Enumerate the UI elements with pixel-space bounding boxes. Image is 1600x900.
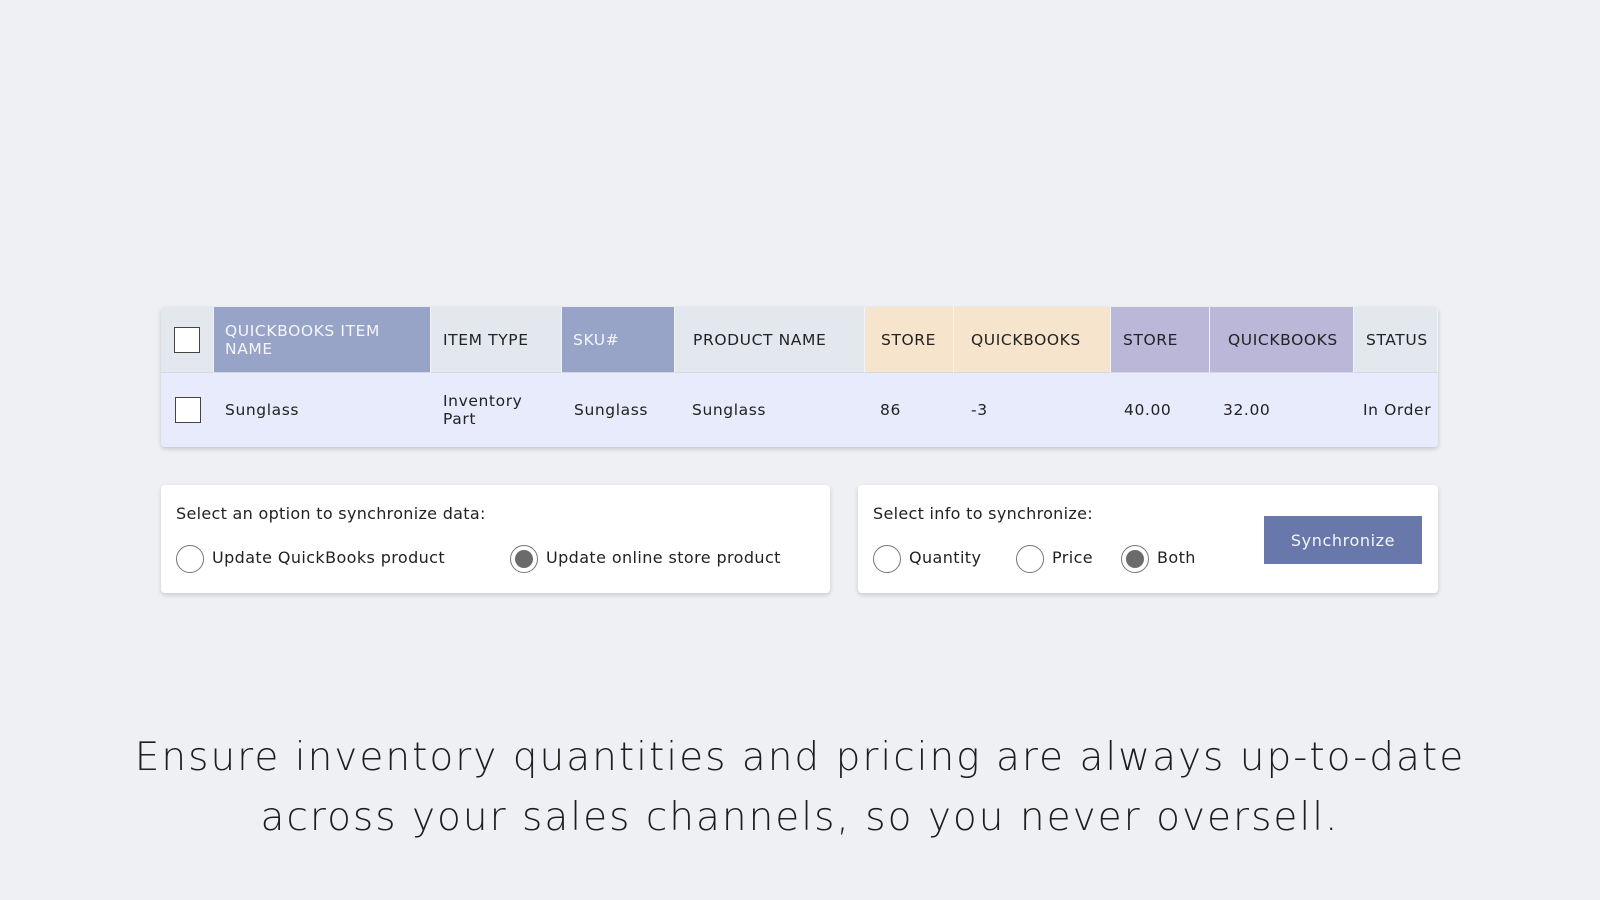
- cell-text: 40.00: [1124, 401, 1172, 419]
- radio-update-online-store-product[interactable]: Update online store product: [510, 541, 781, 573]
- radio-label: Quantity: [909, 547, 982, 567]
- tagline: Ensure inventory quantities and pricing …: [0, 728, 1600, 848]
- table-row[interactable]: Sunglass Inventory Part Sunglass Sunglas…: [161, 373, 1438, 447]
- header-label: PRODUCT NAME: [693, 330, 827, 349]
- cell-quickbooks-item-name: Sunglass: [214, 373, 431, 447]
- radio-checked-icon[interactable]: [510, 545, 538, 573]
- header-label: STORE: [881, 330, 937, 349]
- tagline-text: Ensure inventory quantities and pricing …: [134, 735, 1466, 840]
- cell-text: 32.00: [1223, 401, 1271, 419]
- cell-store-price: 40.00: [1111, 373, 1210, 447]
- cell-product-name: Sunglass: [675, 373, 865, 447]
- header-sku[interactable]: SKU#: [562, 307, 675, 373]
- cell-text: Inventory Part: [443, 392, 523, 428]
- header-product-name[interactable]: PRODUCT NAME: [675, 307, 865, 373]
- cell-text: In Order: [1363, 401, 1432, 419]
- row-select-cell: [161, 373, 214, 447]
- header-quickbooks-price[interactable]: QUICKBOOKS: [1210, 307, 1354, 373]
- header-item-type[interactable]: ITEM TYPE: [431, 307, 562, 373]
- select-all-cell: [161, 307, 214, 373]
- radio-both[interactable]: Both: [1121, 541, 1196, 573]
- header-label: QUICKBOOKS: [1228, 330, 1338, 349]
- sync-direction-title: Select an option to synchronize data:: [176, 504, 486, 523]
- radio-label: Both: [1157, 547, 1196, 567]
- header-label: STORE: [1123, 330, 1179, 349]
- header-quickbooks-item-name[interactable]: QUICKBOOKS ITEM NAME: [214, 307, 431, 373]
- cell-quickbooks-quantity: -3: [954, 373, 1111, 447]
- header-quickbooks-quantity[interactable]: QUICKBOOKS: [954, 307, 1111, 373]
- row-checkbox[interactable]: [174, 397, 201, 423]
- header-status[interactable]: STATUS: [1354, 307, 1438, 373]
- header-label: QUICKBOOKS: [971, 330, 1081, 349]
- radio-quantity[interactable]: Quantity: [873, 541, 981, 573]
- cell-text: 86: [880, 401, 901, 419]
- radio-unchecked-icon[interactable]: [1016, 545, 1044, 573]
- radio-label: Update online store product: [546, 547, 781, 567]
- header-label: QUICKBOOKS ITEM NAME: [225, 321, 381, 358]
- radio-label: Update QuickBooks product: [212, 547, 446, 567]
- select-all-checkbox[interactable]: [174, 326, 200, 353]
- table-header-row: QUICKBOOKS ITEM NAME ITEM TYPE SKU# PROD…: [161, 307, 1438, 373]
- radio-update-quickbooks-product[interactable]: Update QuickBooks product: [176, 541, 445, 573]
- header-label: SKU#: [573, 330, 620, 349]
- cell-store-quantity: 86: [865, 373, 954, 447]
- radio-unchecked-icon[interactable]: [176, 545, 204, 573]
- cell-sku: Sunglass: [562, 373, 675, 447]
- cell-status: In Order: [1354, 373, 1438, 447]
- sync-info-title: Select info to synchronize:: [873, 504, 1093, 523]
- radio-price[interactable]: Price: [1016, 541, 1093, 573]
- header-label: STATUS: [1366, 330, 1428, 349]
- header-store-price[interactable]: STORE: [1111, 307, 1210, 373]
- radio-unchecked-icon[interactable]: [873, 545, 901, 573]
- sync-table: QUICKBOOKS ITEM NAME ITEM TYPE SKU# PROD…: [161, 307, 1438, 447]
- cell-text: -3: [971, 401, 988, 419]
- header-label: ITEM TYPE: [443, 330, 529, 349]
- header-store-quantity[interactable]: STORE: [865, 307, 954, 373]
- sync-direction-panel: Select an option to synchronize data: Up…: [161, 485, 830, 593]
- cell-text: Sunglass: [574, 401, 649, 419]
- sync-info-panel: Select info to synchronize: Quantity Pri…: [858, 485, 1438, 593]
- cell-text: Sunglass: [225, 401, 300, 419]
- cell-quickbooks-price: 32.00: [1210, 373, 1354, 447]
- synchronize-button[interactable]: Synchronize: [1264, 516, 1422, 564]
- radio-label: Price: [1052, 547, 1094, 567]
- radio-checked-icon[interactable]: [1121, 545, 1149, 573]
- cell-text: Sunglass: [692, 401, 767, 419]
- cell-item-type: Inventory Part: [431, 373, 562, 447]
